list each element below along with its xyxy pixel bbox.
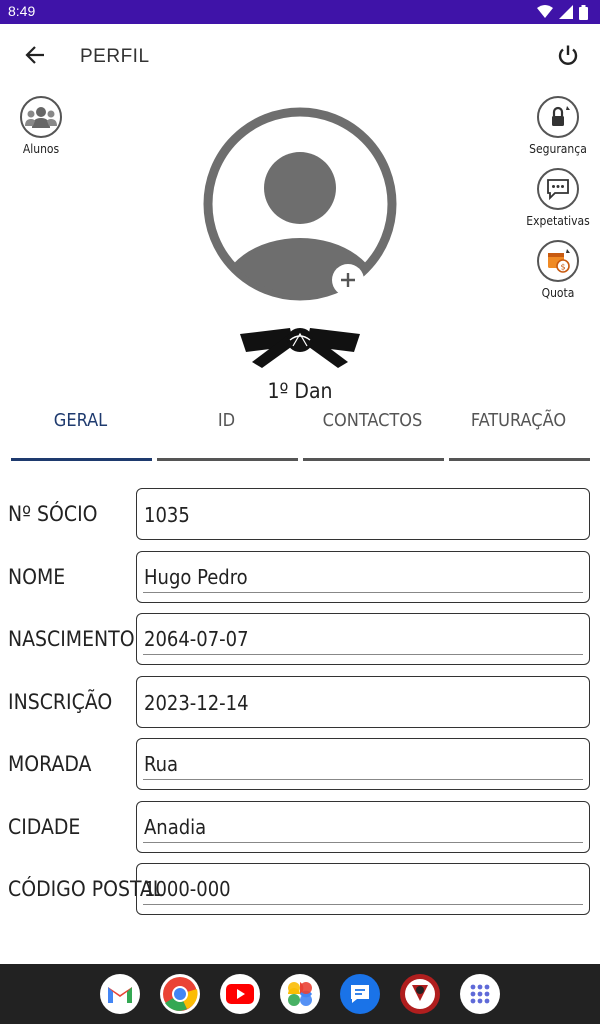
students-icon xyxy=(20,96,62,138)
svg-text:$: $ xyxy=(560,263,565,272)
wifi-icon xyxy=(537,5,553,18)
inscricao-label: INSCRIÇÃO xyxy=(8,690,113,714)
tab-geral[interactable]: GERAL xyxy=(10,410,151,431)
morada-value: Rua xyxy=(144,752,179,776)
inscricao-field[interactable]: 2023-12-14 xyxy=(136,676,590,728)
cidade-value: Anadia xyxy=(144,815,207,839)
codigo-postal-field[interactable]: 1000-000 xyxy=(136,863,590,915)
app-bar: PERFIL xyxy=(0,24,600,88)
power-icon[interactable] xyxy=(556,44,580,68)
black-belt-icon xyxy=(240,328,360,368)
expetativas-label: Expetativas xyxy=(526,214,590,228)
cidade-field[interactable]: Anadia xyxy=(136,801,590,853)
seguranca-label: Segurança xyxy=(529,142,587,156)
nascimento-field[interactable]: 2064-07-07 xyxy=(136,613,590,665)
tab-id[interactable]: ID xyxy=(156,410,297,431)
page-title: PERFIL xyxy=(80,46,150,67)
status-bar: 8:49 xyxy=(0,0,600,24)
chat-bubble-icon xyxy=(537,168,579,210)
socio-label: Nº SÓCIO xyxy=(8,502,98,526)
quota-button[interactable]: $ Quota xyxy=(530,240,586,300)
add-photo-button[interactable] xyxy=(332,264,364,296)
tab-indicator-contactos xyxy=(303,458,444,461)
nome-underline xyxy=(143,592,583,593)
app-dock xyxy=(0,964,600,1024)
signal-icon xyxy=(559,5,573,19)
socio-value: 1035 xyxy=(144,503,190,527)
photos-icon[interactable] xyxy=(280,974,320,1014)
tab-faturacao[interactable]: FATURAÇÃO xyxy=(448,410,589,431)
avatar[interactable] xyxy=(202,106,398,302)
chrome-icon[interactable] xyxy=(160,974,200,1014)
alunos-button[interactable]: Alunos xyxy=(20,96,62,156)
quota-label: Quota xyxy=(541,286,575,300)
lock-refresh-icon xyxy=(537,96,579,138)
back-arrow-icon[interactable] xyxy=(24,44,46,66)
codigo-postal-value: 1000-000 xyxy=(144,877,231,901)
nascimento-underline xyxy=(143,654,583,655)
plus-icon xyxy=(341,273,355,287)
nascimento-value: 2064-07-07 xyxy=(144,627,249,651)
tab-indicator-geral xyxy=(11,458,152,461)
expetativas-button[interactable]: Expetativas xyxy=(526,168,590,228)
nascimento-label: NASCIMENTO xyxy=(8,627,135,651)
gmail-icon[interactable] xyxy=(100,974,140,1014)
youtube-icon[interactable] xyxy=(220,974,260,1014)
inscricao-value: 2023-12-14 xyxy=(144,691,249,715)
tab-contactos[interactable]: CONTACTOS xyxy=(302,410,443,431)
morada-field[interactable]: Rua xyxy=(136,738,590,790)
morada-underline xyxy=(143,779,583,780)
nome-field[interactable]: Hugo Pedro xyxy=(136,551,590,603)
battery-icon xyxy=(579,4,588,20)
app-drawer-icon[interactable] xyxy=(460,974,500,1014)
seguranca-button[interactable]: Segurança xyxy=(529,96,587,156)
messages-icon[interactable] xyxy=(340,974,380,1014)
alunos-label: Alunos xyxy=(22,142,60,156)
tab-indicator-id xyxy=(157,458,298,461)
cidade-label: CIDADE xyxy=(8,815,81,839)
nome-label: NOME xyxy=(8,565,66,589)
dojo-app-icon[interactable] xyxy=(400,974,440,1014)
morada-label: MORADA xyxy=(8,752,92,776)
cidade-underline xyxy=(143,842,583,843)
tab-indicator-faturacao xyxy=(449,458,590,461)
calendar-money-icon: $ xyxy=(537,240,579,282)
rank-label: 1º Dan xyxy=(267,379,333,403)
status-time: 8:49 xyxy=(8,3,36,19)
codigo-postal-underline xyxy=(143,904,583,905)
status-icons xyxy=(537,3,588,21)
socio-field[interactable]: 1035 xyxy=(136,488,590,540)
nome-value: Hugo Pedro xyxy=(144,565,248,589)
